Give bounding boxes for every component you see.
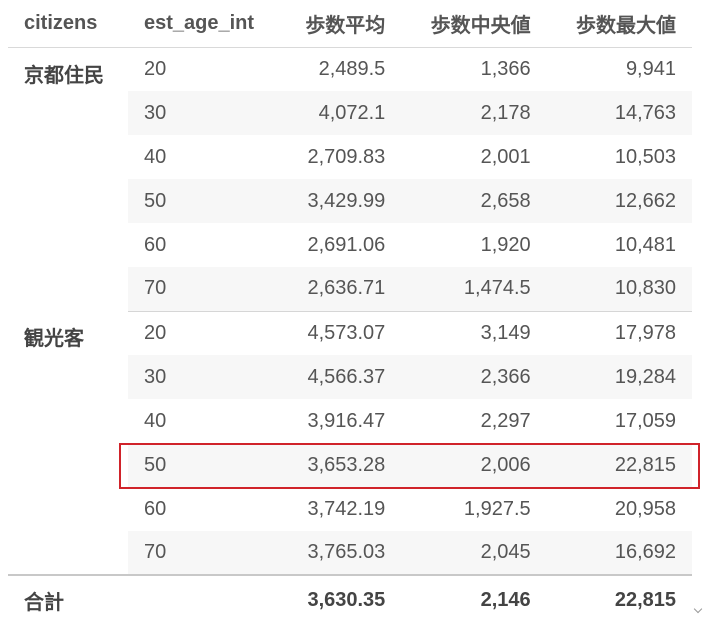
step-max-cell: 14,763 [546,91,692,135]
step-max-cell: 10,830 [546,267,692,312]
header-citizens: citizens [8,0,128,48]
total-row: 合計 3,630.35 2,146 22,815 [8,574,692,624]
step-mean-cell: 3,742.19 [307,497,386,520]
table-row: 観光客 20 4,573.07 3,149 17,978 [8,311,692,355]
stats-table: citizens est_age_int 歩数平均 歩数中央値 歩数最大値 京都… [8,0,692,624]
total-step-median: 2,146 [401,574,547,624]
step-median-cell: 3,149 [480,321,531,344]
step-median-cell: 1,920 [480,233,531,256]
step-max-cell: 9,941 [625,57,676,80]
step-median-cell: 1,366 [480,57,531,80]
age-cell: 40 [144,409,167,432]
age-cell: 60 [144,233,167,256]
step-median-cell: 1,927.5 [463,497,531,520]
step-max-cell: 16,692 [546,531,692,576]
step-mean-cell: 4,566.37 [278,355,402,399]
step-median-cell: 2,366 [401,355,547,399]
header-est-age-int: est_age_int [128,0,278,48]
step-mean-cell: 2,636.71 [278,267,402,312]
group-label: 京都住民 [24,64,104,87]
step-median-cell: 2,297 [480,409,531,432]
age-cell: 70 [128,267,278,312]
step-mean-cell: 4,072.1 [278,91,402,135]
step-max-cell: 20,958 [614,497,676,520]
total-step-mean: 3,630.35 [278,574,402,624]
age-cell: 60 [144,497,167,520]
step-max-cell: 12,662 [546,179,692,223]
header-step-median: 歩数中央値 [401,0,547,48]
step-median-cell: 2,045 [401,531,547,576]
step-max-cell: 19,284 [546,355,692,399]
step-median-cell: 2,658 [401,179,547,223]
step-median-cell: 2,001 [480,145,531,168]
step-mean-cell: 3,916.47 [307,409,386,432]
total-label: 合計 [8,574,128,624]
step-median-cell: 2,178 [401,91,547,135]
group-label: 観光客 [24,328,84,350]
age-cell: 30 [128,355,278,399]
table-footer: 合計 3,630.35 2,146 22,815 [8,574,692,624]
step-max-cell: 10,481 [614,233,676,256]
age-cell: 40 [144,145,167,168]
step-max-cell: 22,815 [546,443,692,487]
total-age-cell [128,574,278,624]
step-mean-cell: 2,691.06 [307,233,386,256]
table-header: citizens est_age_int 歩数平均 歩数中央値 歩数最大値 [8,0,692,48]
step-median-cell: 1,474.5 [401,267,547,312]
step-mean-cell: 2,489.5 [318,57,386,80]
header-step-max: 歩数最大値 [546,0,692,48]
step-mean-cell: 4,573.07 [307,321,386,344]
resize-handle-icon [693,604,703,614]
step-mean-cell: 2,709.83 [307,145,386,168]
step-mean-cell: 3,765.03 [278,531,402,576]
step-max-cell: 17,059 [614,409,676,432]
table-row: 京都住民 20 2,489.5 1,366 9,941 [8,47,692,91]
step-mean-cell: 3,429.99 [278,179,402,223]
total-step-max: 22,815 [546,574,692,624]
step-max-cell: 10,503 [614,145,676,168]
age-cell: 30 [128,91,278,135]
age-cell: 50 [128,179,278,223]
step-max-cell: 17,978 [614,321,676,344]
step-median-cell: 2,006 [401,443,547,487]
step-mean-cell: 3,653.28 [278,443,402,487]
table-body: 京都住民 20 2,489.5 1,366 9,941 30 4,072.1 2,178 14,… [8,47,692,576]
age-cell: 20 [144,57,167,80]
header-row: citizens est_age_int 歩数平均 歩数中央値 歩数最大値 [8,0,692,48]
age-cell: 20 [144,321,167,344]
age-cell: 70 [128,531,278,576]
header-step-mean: 歩数平均 [278,0,402,48]
age-cell: 50 [128,443,278,487]
